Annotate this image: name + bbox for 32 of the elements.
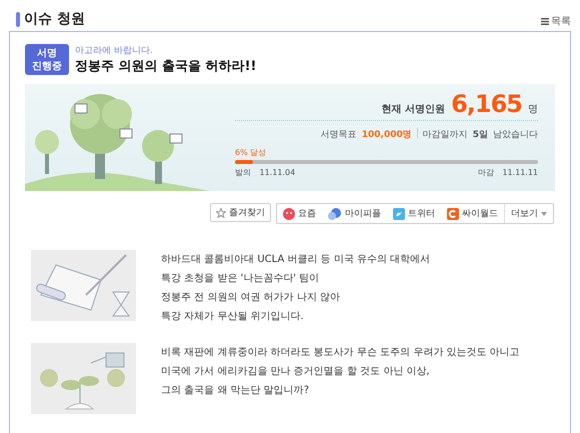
current-signatures-label: 현재 서명인원	[382, 103, 446, 116]
star-icon	[216, 208, 226, 218]
start-date: 발의 11.11.04	[235, 167, 296, 178]
remaining-text: 남았습니다	[493, 129, 538, 141]
favorite-button[interactable]: 즐겨찾기	[210, 203, 271, 222]
section-title: 이슈 청원	[24, 10, 85, 28]
status-badge: 서명 진행중	[25, 44, 69, 75]
menu-icon	[541, 18, 549, 24]
signature-count: 6,165	[451, 90, 522, 118]
progress-label: 6% 달성	[235, 147, 268, 158]
share-button[interactable]: 트위터	[387, 204, 441, 223]
goal-value: 100,000명	[362, 129, 412, 141]
count-unit: 명	[528, 103, 538, 116]
recipient-text: 아고라에 바랍니다.	[75, 45, 154, 57]
chat-icon	[328, 208, 342, 220]
paragraph: 하바드대 콜롬비아대 UCLA 버클리 등 미국 유수의 대학에서 특강 초청을 받은 '나는꼼수다' 팀이 정봉주 전 의원의 여권 허가가 나지 않아 특강 자체가 무산될 위기입니다.	[161, 253, 432, 324]
end-date: 마감 11.11.11	[478, 167, 538, 178]
petition-title: 정봉주 의원의 출국을 허하라!!	[75, 58, 256, 75]
deadline-label: 마감일까지	[422, 129, 468, 141]
days-left: 5일	[472, 129, 488, 141]
share-button[interactable]: 마이피플	[322, 204, 387, 223]
caret-icon	[541, 212, 547, 216]
title-bar-icon	[16, 12, 20, 26]
paragraph: 비록 재판에 계류중이라 하더라도 봉도사가 무슨 도주의 우려가 있는것도 아니고 미국에 가서 에리카김을 만나 증거인멸을 할 것도 아닌 이상, 그의 출국을 왜 막는단 말입니까?	[161, 346, 521, 398]
goal-label: 서명목표	[320, 129, 357, 141]
bird-icon	[393, 208, 405, 220]
face-icon	[283, 208, 295, 220]
share-button[interactable]: 요즘	[277, 204, 322, 223]
c-logo-icon	[447, 208, 459, 220]
share-button[interactable]: 싸이월드	[441, 204, 504, 223]
list-link[interactable]: 목록	[541, 14, 571, 28]
more-button[interactable]: 더보기	[504, 204, 553, 223]
